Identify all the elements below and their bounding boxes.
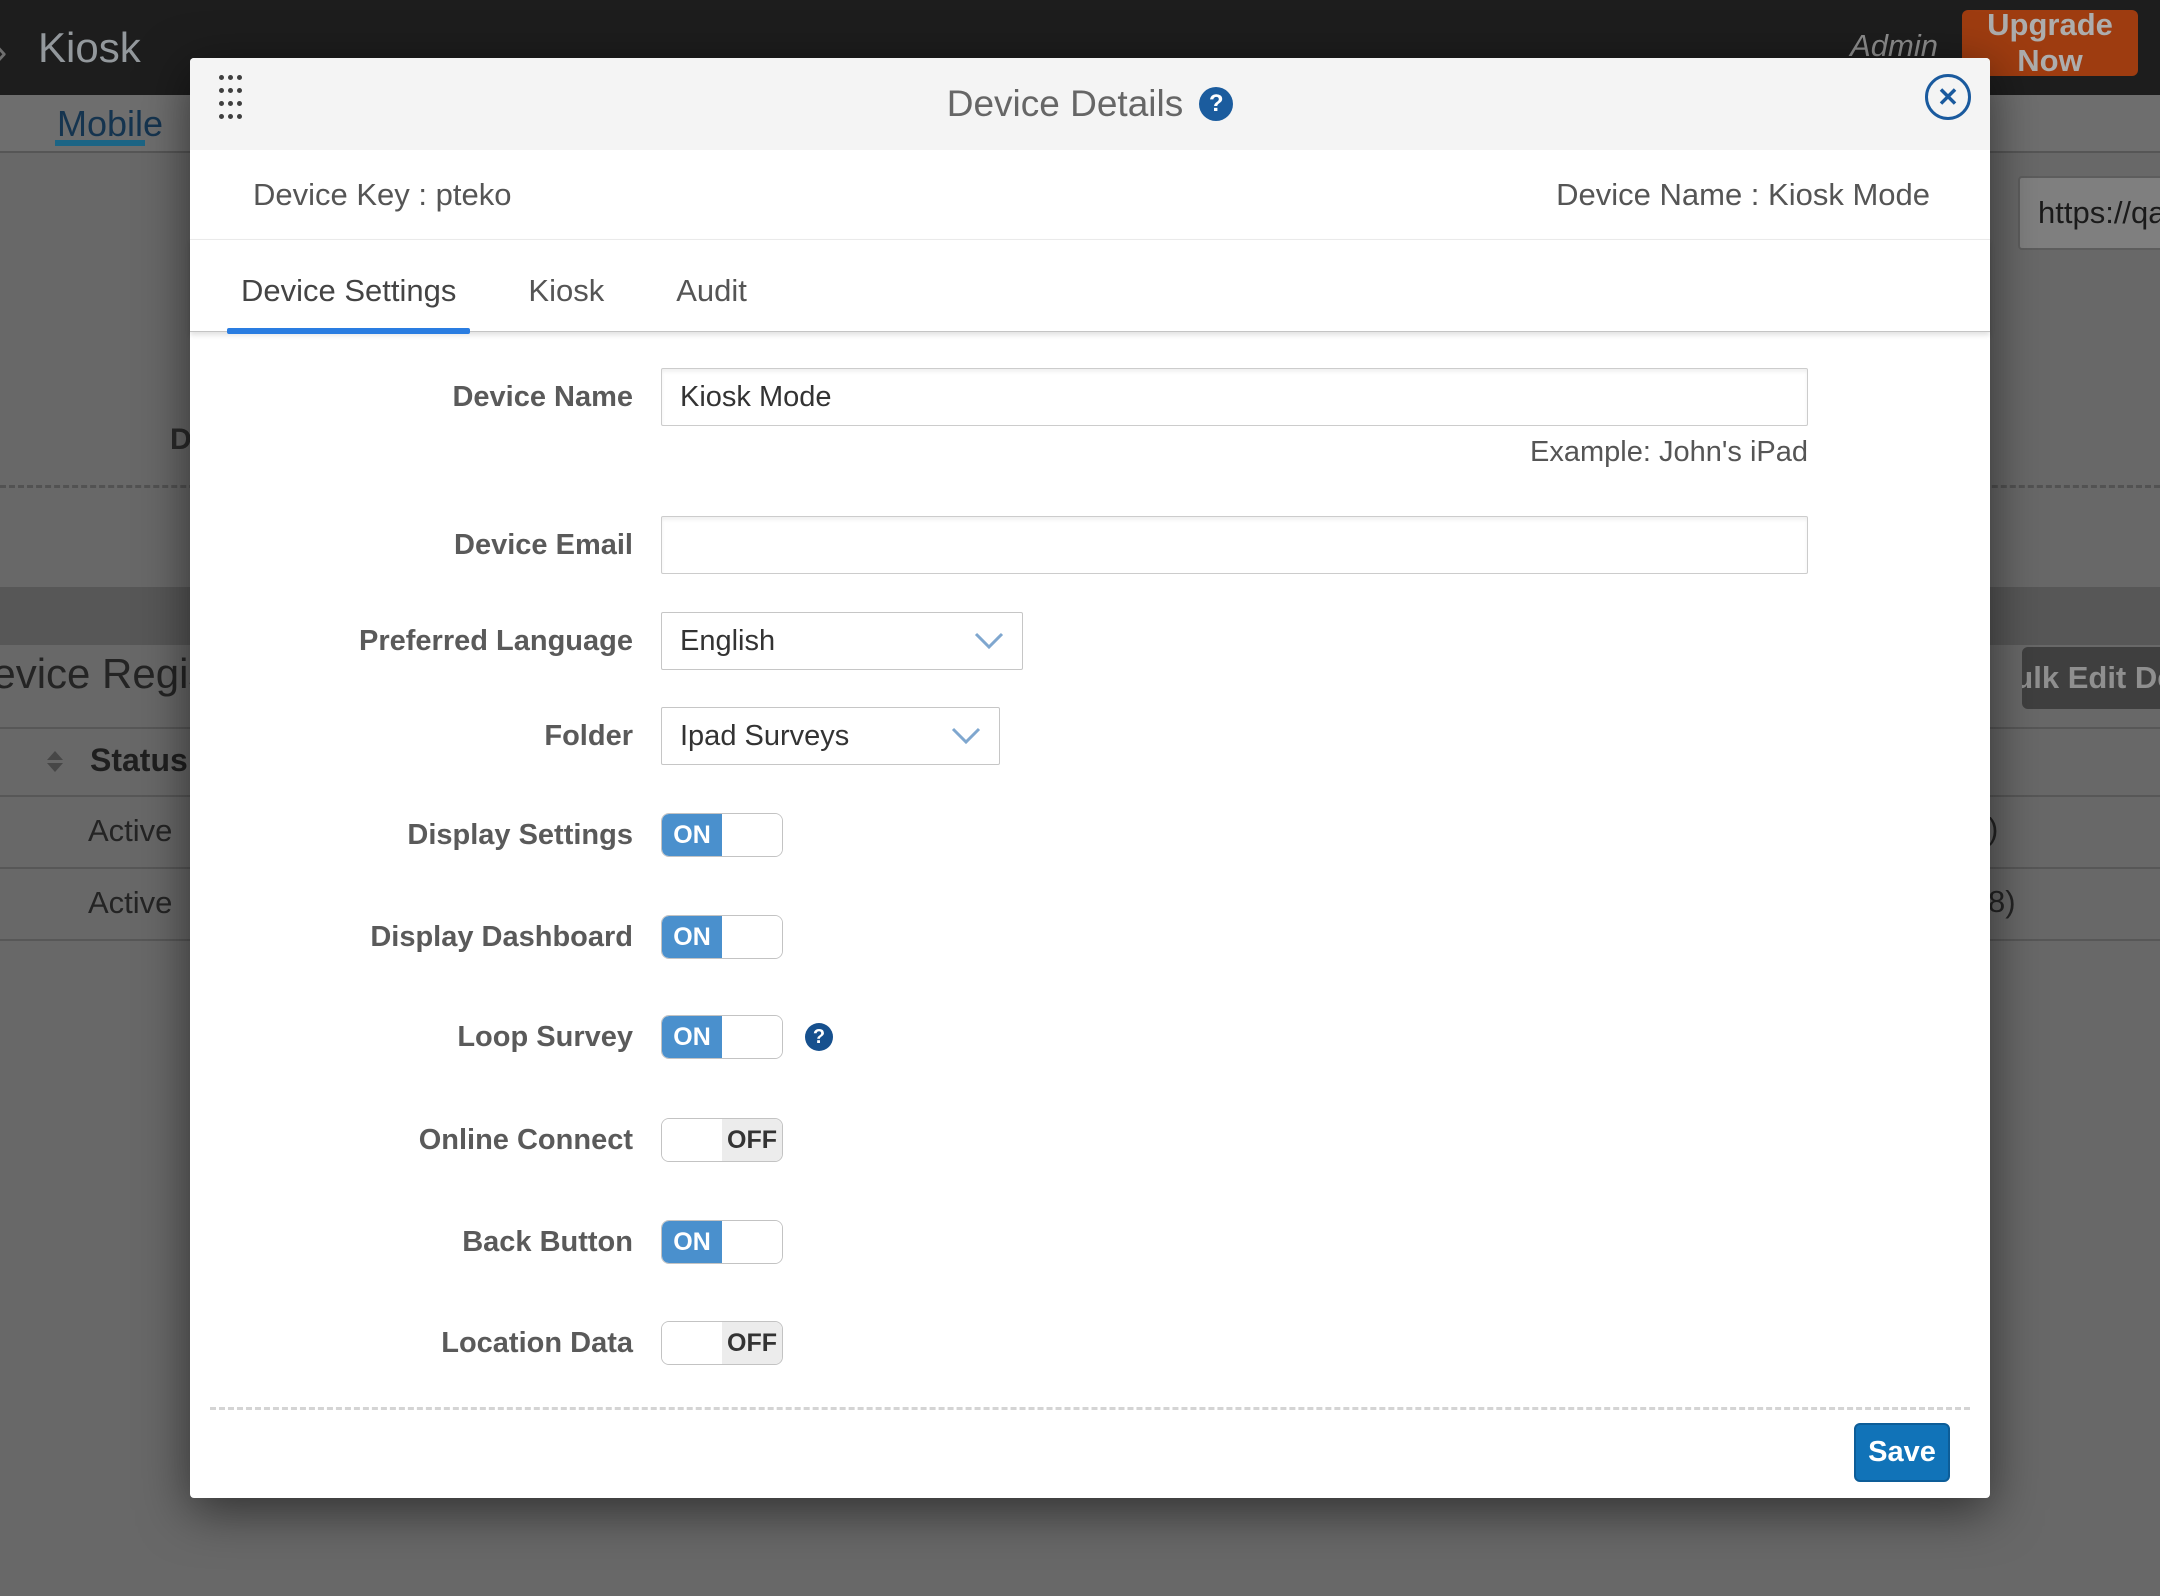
status-cell: Active — [88, 813, 172, 849]
modal-header: Device Details ? ✕ — [190, 58, 1990, 150]
online-connect-label: Online Connect — [190, 1124, 633, 1157]
status-cell: Active — [88, 885, 172, 921]
preferred-language-select[interactable]: English — [661, 612, 1023, 670]
loop-survey-help-icon[interactable]: ? — [805, 1023, 833, 1051]
device-key-text: Device Key : pteko — [253, 177, 511, 213]
modal-title: Device Details — [947, 83, 1183, 125]
bulk-edit-devices-button[interactable]: Bulk Edit Devices — [2022, 647, 2160, 709]
toggle-state: OFF — [722, 1119, 782, 1161]
tab-mobile-underline — [55, 140, 145, 146]
display-settings-toggle[interactable]: ON — [661, 813, 783, 857]
footer-divider — [210, 1407, 1970, 1410]
device-details-modal: Device Details ? ✕ Device Key : pteko De… — [190, 58, 1990, 1498]
device-name-label: Device Name — [190, 381, 633, 414]
online-connect-toggle[interactable]: OFF — [661, 1118, 783, 1162]
chevron-down-icon — [974, 632, 1004, 650]
loop-survey-label: Loop Survey — [190, 1021, 633, 1054]
toggle-state: ON — [662, 1016, 722, 1058]
display-dashboard-toggle[interactable]: ON — [661, 915, 783, 959]
tab-mobile[interactable]: Mobile — [57, 103, 163, 145]
close-icon[interactable]: ✕ — [1925, 74, 1971, 120]
device-name-helper: Example: John's iPad — [661, 436, 1808, 469]
toggle-state: ON — [662, 916, 722, 958]
tab-kiosk[interactable]: Kiosk — [514, 273, 618, 331]
modal-footer: Save — [190, 1407, 1990, 1498]
display-settings-label: Display Settings — [190, 819, 633, 852]
device-name-input[interactable] — [661, 368, 1808, 426]
chevron-down-icon — [951, 727, 981, 745]
back-button-toggle[interactable]: ON — [661, 1220, 783, 1264]
loop-survey-toggle[interactable]: ON — [661, 1015, 783, 1059]
column-header-status[interactable]: Status — [90, 742, 188, 779]
toggle-state: ON — [662, 1221, 722, 1263]
location-data-label: Location Data — [190, 1327, 633, 1360]
location-data-toggle[interactable]: OFF — [661, 1321, 783, 1365]
modal-tabs: Device Settings Kiosk Audit — [190, 240, 1990, 332]
preferred-language-value: English — [680, 625, 775, 658]
tab-audit[interactable]: Audit — [662, 273, 761, 331]
page-title: Kiosk — [38, 24, 141, 72]
device-email-label: Device Email — [190, 529, 633, 562]
sort-arrows-icon[interactable] — [47, 751, 63, 772]
tab-device-settings[interactable]: Device Settings — [227, 273, 470, 331]
modal-subheader: Device Key : pteko Device Name : Kiosk M… — [190, 150, 1990, 240]
help-icon[interactable]: ? — [1199, 87, 1233, 121]
breadcrumb-chevron-icon: › — [0, 30, 7, 75]
device-settings-form: Device Name Example: John's iPad Device … — [190, 332, 1990, 1407]
url-input[interactable]: https://qa. — [2018, 176, 2160, 250]
save-button[interactable]: Save — [1854, 1423, 1950, 1482]
device-name-text: Device Name : Kiosk Mode — [1556, 177, 1930, 213]
folder-label: Folder — [190, 720, 633, 753]
toggle-state: ON — [662, 814, 722, 856]
folder-value: Ipad Surveys — [680, 720, 849, 753]
device-email-input[interactable] — [661, 516, 1808, 574]
back-button-label: Back Button — [190, 1226, 633, 1259]
background-form-label-fragment: De — [170, 423, 190, 459]
toggle-state: OFF — [722, 1322, 782, 1364]
table-cell-fragment: 8) — [1988, 884, 2016, 920]
folder-select[interactable]: Ipad Surveys — [661, 707, 1000, 765]
preferred-language-label: Preferred Language — [190, 625, 633, 658]
screen: › Kiosk Admin Upgrade Now Mobile https:/… — [0, 0, 2160, 1596]
display-dashboard-label: Display Dashboard — [190, 921, 633, 954]
